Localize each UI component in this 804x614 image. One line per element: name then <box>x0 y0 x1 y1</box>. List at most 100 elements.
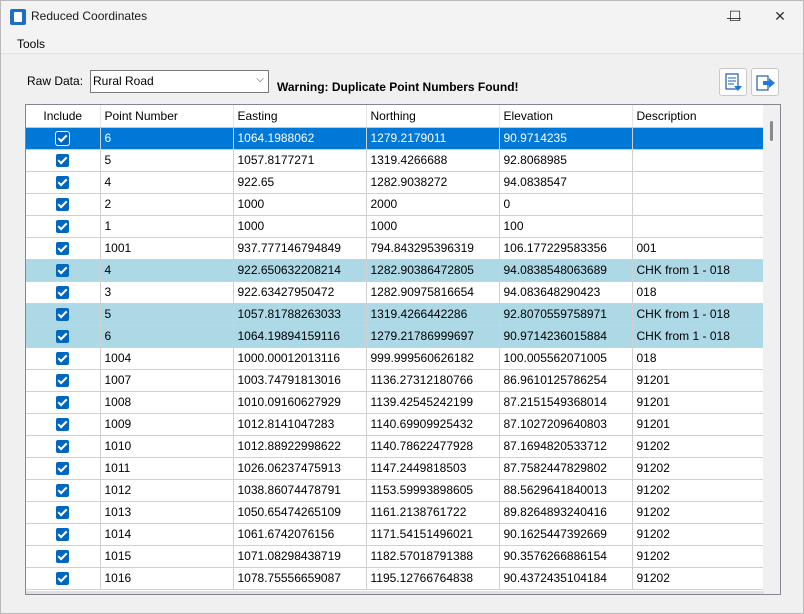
description-cell[interactable]: 91202 <box>632 457 765 480</box>
northing-cell[interactable]: 1147.2449818503 <box>366 457 500 480</box>
northing-cell[interactable]: 1279.2179011 <box>366 127 500 150</box>
table-row[interactable]: 6 1064.19894159116 1279.21786999697 90.9714… <box>26 325 765 348</box>
point-number-cell[interactable]: 1015 <box>100 545 234 568</box>
description-cell[interactable]: CHK from 1 - 018 <box>632 303 765 326</box>
elevation-cell[interactable]: 106.177229583356 <box>499 237 633 260</box>
easting-cell[interactable]: 1000.00012013116 <box>233 347 367 370</box>
point-number-cell[interactable]: 3 <box>100 281 234 304</box>
table-row[interactable]: 1012 1038.86074478791 1153.59993898605 88.5… <box>26 479 765 502</box>
elevation-cell[interactable]: 92.8068985 <box>499 149 633 172</box>
table-row[interactable]: 2 1000 2000 0 <box>26 193 765 216</box>
include-checkbox[interactable] <box>56 528 70 542</box>
include-checkbox[interactable] <box>56 132 70 146</box>
table-row[interactable]: 1016 1078.75556659087 1195.12766764838 90.4… <box>26 567 765 590</box>
northing-cell[interactable]: 1282.9038272 <box>366 171 500 194</box>
include-cell[interactable] <box>26 523 101 546</box>
description-cell[interactable]: 91201 <box>632 369 765 392</box>
vertical-scrollbar[interactable] <box>763 105 780 594</box>
table-row[interactable]: 1 1000 1000 100 <box>26 215 765 238</box>
description-cell[interactable]: 91201 <box>632 413 765 436</box>
column-header-point-number[interactable]: Point Number <box>100 105 234 128</box>
description-cell[interactable]: 91201 <box>632 391 765 414</box>
northing-cell[interactable]: 1319.4266442286 <box>366 303 500 326</box>
easting-cell[interactable]: 1057.8177271 <box>233 149 367 172</box>
easting-cell[interactable]: 1061.6742076156 <box>233 523 367 546</box>
northing-cell[interactable]: 1171.54151496021 <box>366 523 500 546</box>
table-row[interactable]: 1001 937.777146794849 794.843295396319 106.… <box>26 237 765 260</box>
include-checkbox[interactable] <box>56 396 70 410</box>
easting-cell[interactable]: 922.65 <box>233 171 367 194</box>
point-number-cell[interactable]: 6 <box>100 325 234 348</box>
elevation-cell[interactable]: 87.1694820533712 <box>499 435 633 458</box>
point-number-cell[interactable]: 1010 <box>100 435 234 458</box>
description-cell[interactable] <box>632 127 765 150</box>
description-cell[interactable]: 018 <box>632 347 765 370</box>
table-row[interactable]: 1014 1061.6742076156 1171.54151496021 90.16… <box>26 523 765 546</box>
northing-cell[interactable]: 1319.4266688 <box>366 149 500 172</box>
northing-cell[interactable]: 794.843295396319 <box>366 237 500 260</box>
table-row[interactable]: 5 1057.81788263033 1319.4266442286 92.80705… <box>26 303 765 326</box>
point-number-cell[interactable]: 1001 <box>100 237 234 260</box>
include-checkbox[interactable] <box>56 550 70 564</box>
elevation-cell[interactable]: 92.8070559758971 <box>499 303 633 326</box>
easting-cell[interactable]: 1050.65474265109 <box>233 501 367 524</box>
elevation-cell[interactable]: 90.9714236015884 <box>499 325 633 348</box>
include-cell[interactable] <box>26 501 101 524</box>
table-row[interactable]: 1007 1003.74791813016 1136.27312180766 86.9… <box>26 369 765 392</box>
include-cell[interactable] <box>26 193 101 216</box>
table-row[interactable]: 4 922.650632208214 1282.90386472805 94.0838… <box>26 259 765 282</box>
include-checkbox[interactable] <box>56 572 70 586</box>
elevation-cell[interactable]: 90.1625447392669 <box>499 523 633 546</box>
table-row[interactable]: 6 1064.1988062 1279.2179011 90.9714235 <box>26 127 765 150</box>
elevation-cell[interactable]: 87.1027209640803 <box>499 413 633 436</box>
include-checkbox[interactable] <box>56 198 70 212</box>
easting-cell[interactable]: 922.63427950472 <box>233 281 367 304</box>
export-button[interactable] <box>751 68 779 96</box>
easting-cell[interactable]: 1078.75556659087 <box>233 567 367 590</box>
table-row[interactable]: 1010 1012.88922998622 1140.78622477928 87.1… <box>26 435 765 458</box>
easting-cell[interactable]: 1010.09160627929 <box>233 391 367 414</box>
include-checkbox[interactable] <box>56 242 70 256</box>
table-row[interactable]: 1004 1000.00012013116 999.999560626182 100.… <box>26 347 765 370</box>
elevation-cell[interactable]: 90.9714235 <box>499 127 633 150</box>
elevation-cell[interactable]: 88.5629641840013 <box>499 479 633 502</box>
title-bar[interactable]: Reduced Coordinates — ☐ ✕ <box>1 1 803 32</box>
table-row[interactable]: 3 922.63427950472 1282.90975816654 94.08364… <box>26 281 765 304</box>
include-cell[interactable] <box>26 303 101 326</box>
elevation-cell[interactable]: 94.083648290423 <box>499 281 633 304</box>
include-cell[interactable] <box>26 369 101 392</box>
description-cell[interactable]: 91202 <box>632 435 765 458</box>
northing-cell[interactable]: 1182.57018791388 <box>366 545 500 568</box>
point-number-cell[interactable]: 4 <box>100 259 234 282</box>
description-cell[interactable] <box>632 171 765 194</box>
easting-cell[interactable]: 1003.74791813016 <box>233 369 367 392</box>
elevation-cell[interactable]: 0 <box>499 193 633 216</box>
northing-cell[interactable]: 999.999560626182 <box>366 347 500 370</box>
easting-cell[interactable]: 1000 <box>233 215 367 238</box>
include-checkbox[interactable] <box>56 418 70 432</box>
include-cell[interactable] <box>26 545 101 568</box>
northing-cell[interactable]: 1153.59993898605 <box>366 479 500 502</box>
elevation-cell[interactable]: 90.3576266886154 <box>499 545 633 568</box>
table-row[interactable]: 4 922.65 1282.9038272 94.0838547 <box>26 171 765 194</box>
include-cell[interactable] <box>26 149 101 172</box>
include-checkbox[interactable] <box>56 462 70 476</box>
point-number-cell[interactable]: 1014 <box>100 523 234 546</box>
point-number-cell[interactable]: 1013 <box>100 501 234 524</box>
include-cell[interactable] <box>26 281 101 304</box>
column-header-northing[interactable]: Northing <box>366 105 500 128</box>
elevation-cell[interactable]: 87.2151549368014 <box>499 391 633 414</box>
point-number-cell[interactable]: 1016 <box>100 567 234 590</box>
northing-cell[interactable]: 2000 <box>366 193 500 216</box>
elevation-cell[interactable]: 89.8264893240416 <box>499 501 633 524</box>
table-row[interactable]: 5 1057.8177271 1319.4266688 92.8068985 <box>26 149 765 172</box>
description-cell[interactable]: 91202 <box>632 501 765 524</box>
include-cell[interactable] <box>26 435 101 458</box>
northing-cell[interactable]: 1140.78622477928 <box>366 435 500 458</box>
include-checkbox[interactable] <box>56 506 70 520</box>
point-number-cell[interactable]: 6 <box>100 127 234 150</box>
easting-cell[interactable]: 1012.88922998622 <box>233 435 367 458</box>
description-cell[interactable] <box>632 193 765 216</box>
column-header-description[interactable]: Description <box>632 105 765 128</box>
point-number-cell[interactable]: 5 <box>100 149 234 172</box>
